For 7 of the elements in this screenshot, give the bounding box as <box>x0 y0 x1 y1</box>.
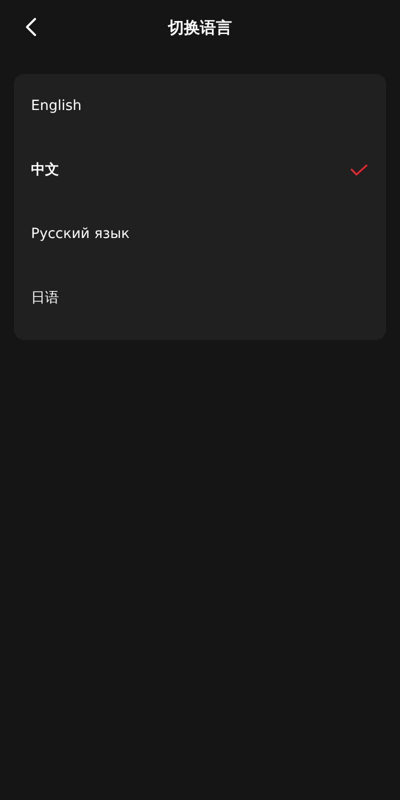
checkmark-icon <box>350 164 368 176</box>
language-option[interactable]: English <box>14 74 386 138</box>
page-title: 切换语言 <box>168 17 232 39</box>
language-option[interactable]: 日语 <box>14 266 386 330</box>
language-option[interactable]: 中文 <box>14 138 386 202</box>
back-icon[interactable] <box>24 17 38 37</box>
language-option[interactable]: Русский язык <box>14 202 386 266</box>
